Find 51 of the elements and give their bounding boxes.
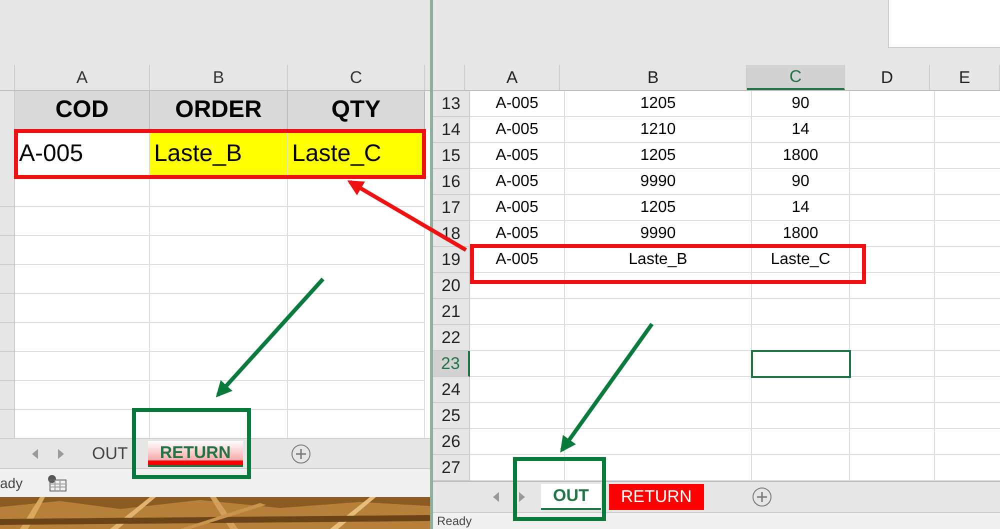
table-cell: COD [15, 91, 150, 130]
row-header[interactable]: 26 [433, 429, 470, 455]
table-cell: 1205 [565, 195, 752, 221]
sheet-tab[interactable]: OUT [80, 440, 140, 466]
row-header[interactable]: 16 [433, 169, 470, 195]
row-header[interactable]: 27 [433, 455, 470, 481]
row-header[interactable]: 23 [433, 351, 470, 377]
table-cell: A-005 [470, 195, 565, 221]
sheet-tab[interactable]: OUT [541, 484, 601, 510]
table-cell: 1800 [752, 221, 850, 247]
table-cell: Laste_C [752, 247, 850, 273]
sheet-tab[interactable]: RETURN [608, 484, 704, 510]
table-cell: A-005 [470, 169, 565, 195]
table-cell: 9990 [565, 169, 752, 195]
table-cell: A-005 [470, 247, 565, 273]
row-header[interactable]: 14 [433, 117, 470, 143]
table-cell: A-005 [470, 143, 565, 169]
row-header[interactable]: 24 [433, 377, 470, 403]
sheet-tab[interactable]: RETURN [148, 440, 243, 466]
row-header[interactable]: 17 [433, 195, 470, 221]
column-header[interactable]: E [930, 65, 1000, 90]
status-text: Ready [437, 515, 472, 527]
row-header[interactable]: 19 [433, 247, 470, 273]
status-text: ady [0, 474, 23, 493]
table-cell: 9990 [565, 221, 752, 247]
column-header[interactable]: B [150, 65, 288, 90]
row-header[interactable]: 25 [433, 403, 470, 429]
row-header[interactable]: 21 [433, 299, 470, 325]
table-cell: 14 [752, 117, 850, 143]
row-header[interactable]: 20 [433, 273, 470, 299]
row-header[interactable]: 15 [433, 143, 470, 169]
column-header[interactable]: A [465, 65, 560, 90]
table-cell: 90 [752, 91, 850, 117]
table-cell: 90 [752, 169, 850, 195]
column-header[interactable]: C [747, 65, 845, 90]
table-cell: 1205 [565, 143, 752, 169]
table-cell: ORDER [150, 91, 288, 130]
column-header[interactable]: A [15, 65, 150, 90]
row-header[interactable]: 22 [433, 325, 470, 351]
table-cell: 1205 [565, 91, 752, 117]
table-cell: A-005 [470, 221, 565, 247]
table-cell: QTY [288, 91, 425, 130]
column-header[interactable]: C [288, 65, 425, 90]
row-header[interactable]: 13 [433, 91, 470, 117]
table-cell: A-005 [470, 91, 565, 117]
column-header[interactable]: D [845, 65, 930, 90]
table-cell: A-005 [470, 117, 565, 143]
table-cell: 14 [752, 195, 850, 221]
table-cell: 1210 [565, 117, 752, 143]
table-cell: Laste_B [565, 247, 752, 273]
table-cell: 1800 [752, 143, 850, 169]
